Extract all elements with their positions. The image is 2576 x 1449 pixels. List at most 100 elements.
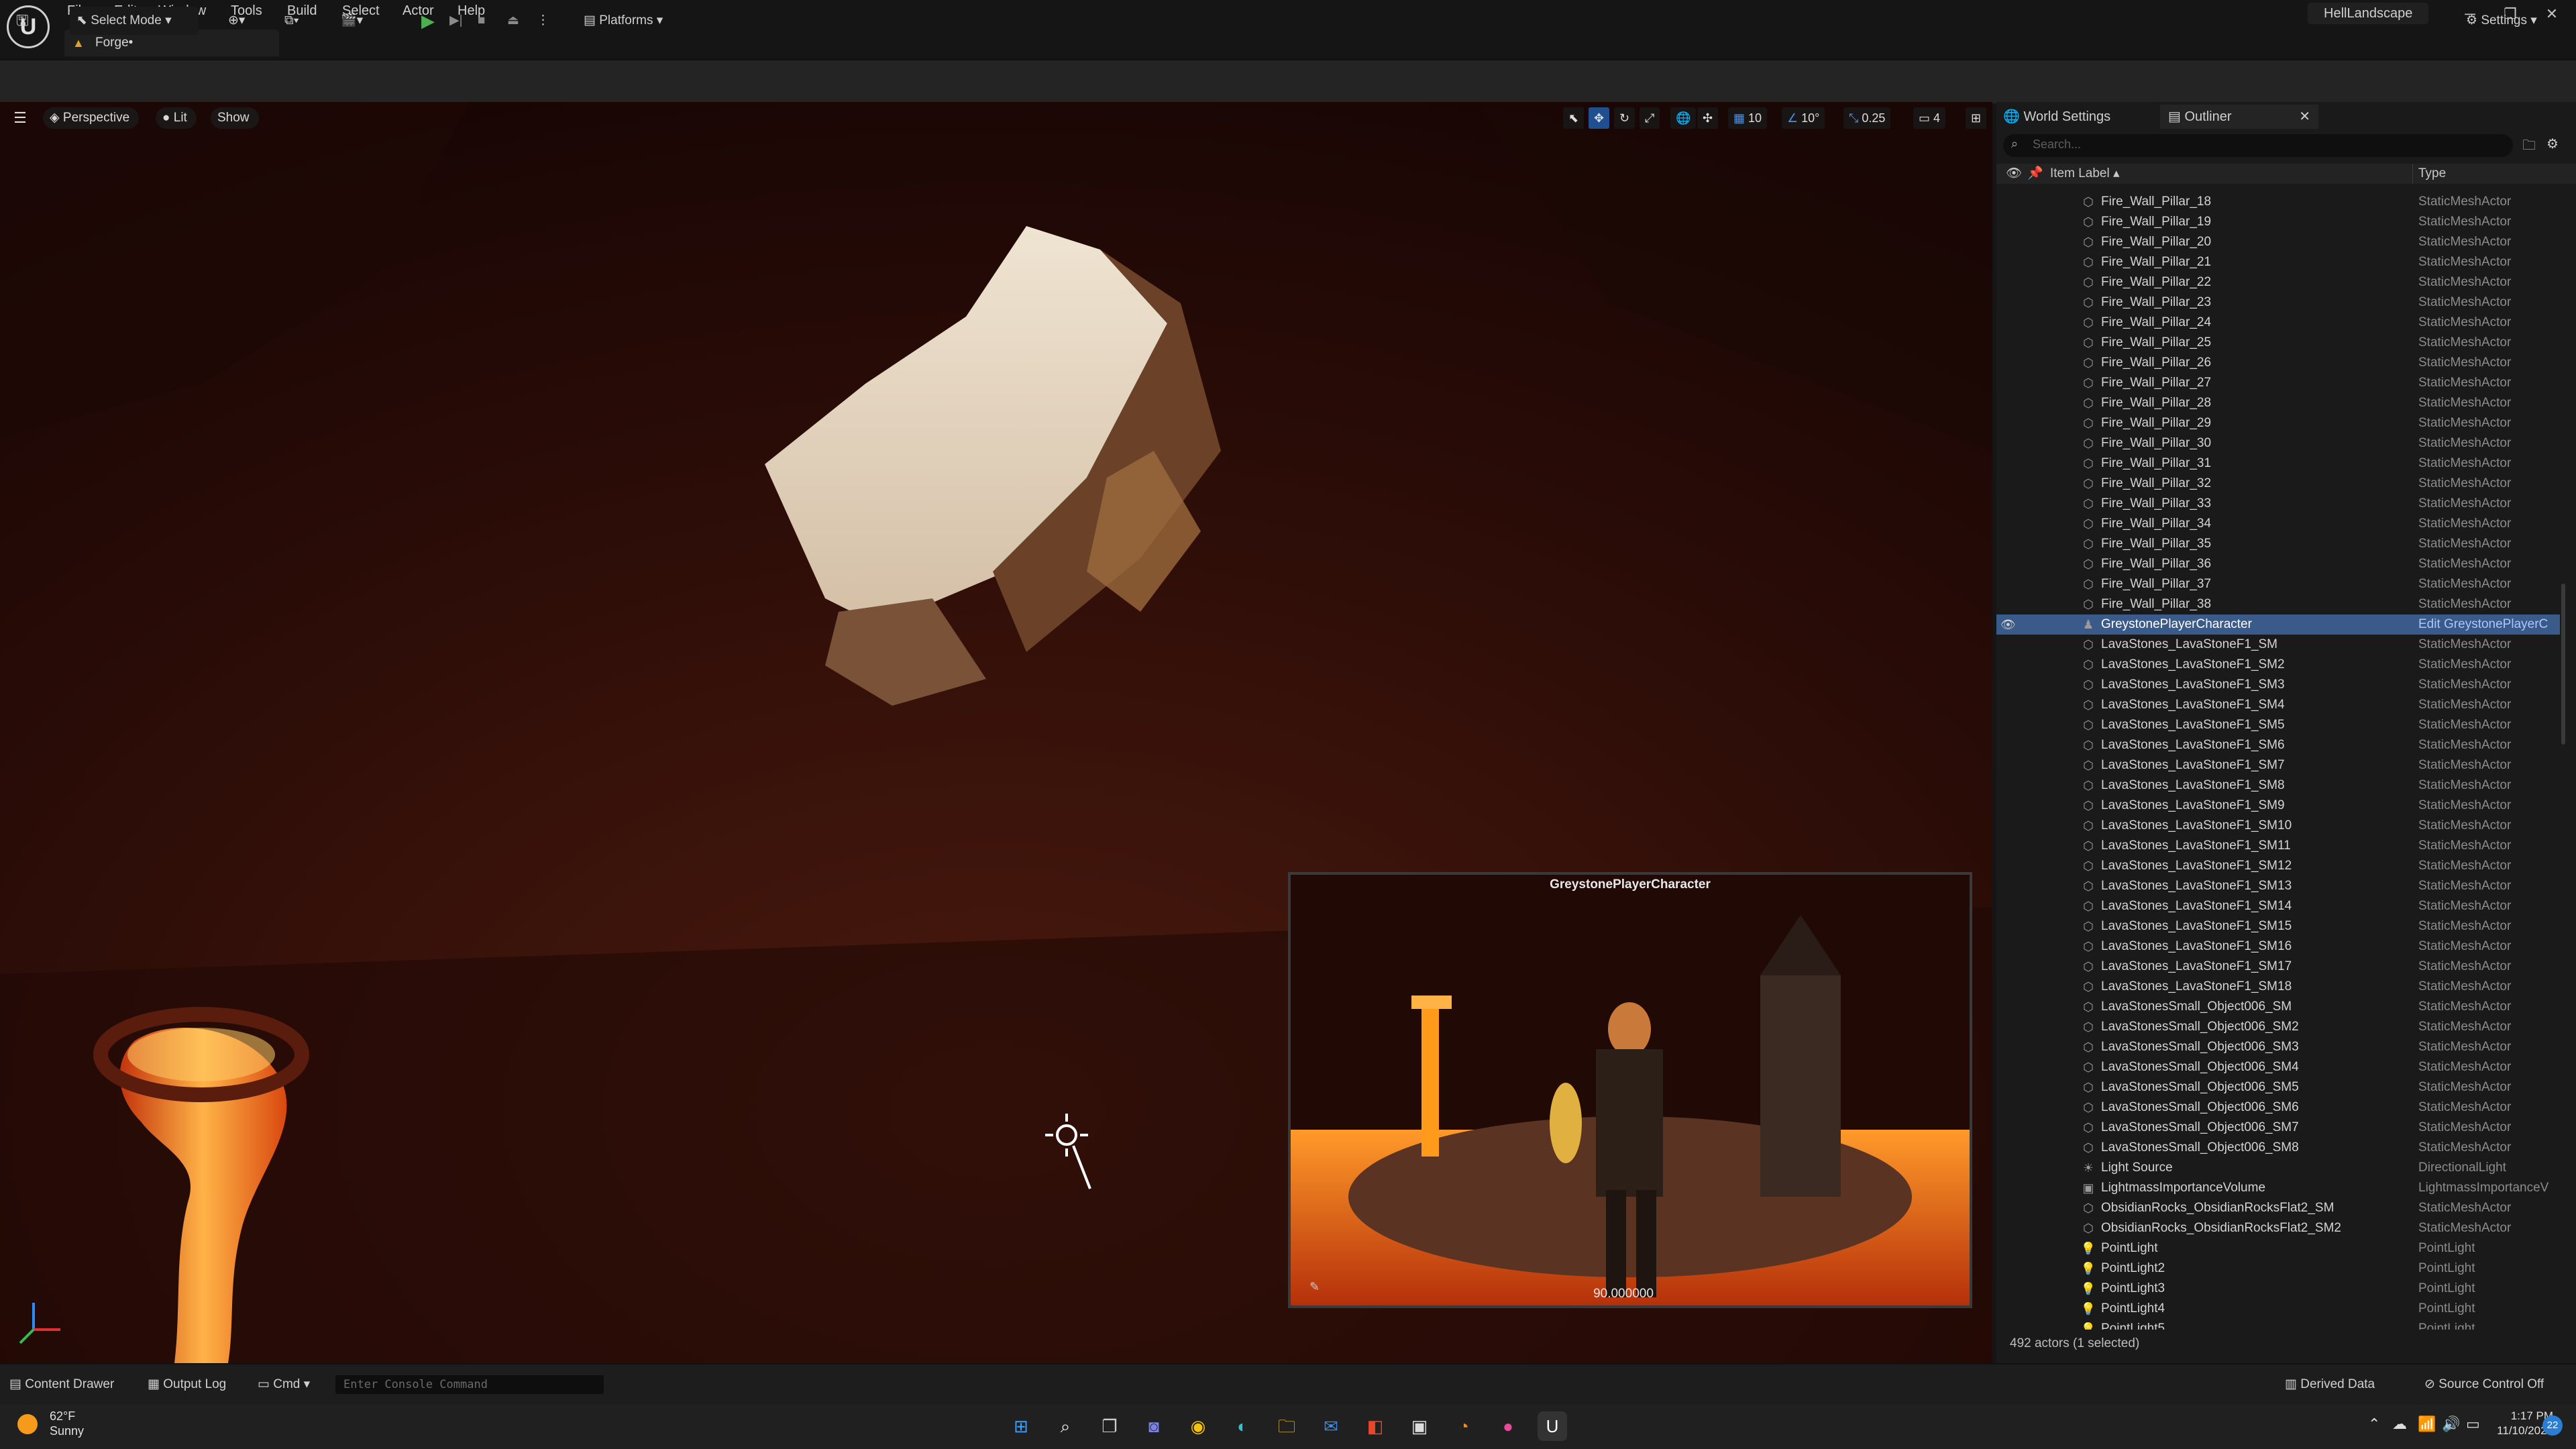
pin-preview-icon[interactable]: ✎ — [1309, 1280, 1320, 1294]
camera-speed-button[interactable]: ▭ 4 — [1913, 107, 1946, 129]
outliner-row[interactable]: ⬡ Fire_Wall_Pillar_28 StaticMeshActor — [1996, 393, 2560, 413]
outliner-row[interactable]: ⬡ Fire_Wall_Pillar_21 StaticMeshActor — [1996, 252, 2560, 272]
maximize-viewport-icon[interactable]: ⊞ — [1966, 107, 1987, 129]
close-tab-icon[interactable]: ✕ — [2299, 105, 2310, 129]
outliner-row[interactable]: ⬡ LavaStonesSmall_Object006_SM5 StaticMesh… — [1996, 1077, 2560, 1097]
outliner-row[interactable]: ⬡ LavaStonesSmall_Object006_SM6 StaticMesh… — [1996, 1097, 2560, 1118]
store-icon[interactable]: ▣ — [1405, 1411, 1434, 1441]
outliner-row[interactable]: ⬡ LavaStonesSmall_Object006_SM7 StaticMesh… — [1996, 1118, 2560, 1138]
surface-snap-icon[interactable]: ✣ — [1697, 107, 1719, 129]
outliner-row[interactable]: ⬡ LavaStones_LavaStoneF1_SM StaticMeshActo… — [1996, 635, 2560, 655]
outliner-search-input[interactable]: ⌕ Search... — [2003, 134, 2513, 157]
outliner-row[interactable]: ⬡ LavaStones_LavaStoneF1_SM4 StaticMeshAct… — [1996, 695, 2560, 715]
outliner-row[interactable]: ⬡ Fire_Wall_Pillar_20 StaticMeshActor — [1996, 232, 2560, 252]
outliner-row[interactable]: ⬡ LavaStonesSmall_Object006_SM2 StaticMesh… — [1996, 1017, 2560, 1037]
outliner-scrollbar[interactable] — [2561, 584, 2565, 745]
world-local-icon[interactable]: 🌐 — [1670, 107, 1697, 129]
more-options-icon[interactable]: ⋮ — [537, 7, 549, 35]
outliner-row[interactable]: ⬡ LavaStones_LavaStoneF1_SM15 StaticMeshAc… — [1996, 916, 2560, 936]
outliner-row[interactable]: ⬡ Fire_Wall_Pillar_23 StaticMeshActor — [1996, 292, 2560, 313]
grid-snap-button[interactable]: ▦ 10 — [1728, 107, 1768, 129]
blueprint-icon[interactable]: ⧉▾ — [284, 7, 299, 35]
add-actor-icon[interactable]: ⊕▾ — [228, 7, 245, 35]
outliner-row[interactable]: ⬡ LavaStones_LavaStoneF1_SM16 StaticMeshAc… — [1996, 936, 2560, 957]
unreal-editor-taskbar-icon[interactable]: U — [1538, 1411, 1567, 1441]
outliner-row[interactable]: ⬡ Fire_Wall_Pillar_38 StaticMeshActor — [1996, 594, 2560, 614]
outliner-row[interactable]: ⬡ Fire_Wall_Pillar_37 StaticMeshActor — [1996, 574, 2560, 594]
outliner-row[interactable]: ⬡ Fire_Wall_Pillar_32 StaticMeshActor — [1996, 474, 2560, 494]
console-command-input[interactable]: Enter Console Command — [335, 1375, 604, 1394]
outliner-row[interactable]: ⬡ LavaStonesSmall_Object006_SM4 StaticMesh… — [1996, 1057, 2560, 1077]
tab-world-settings[interactable]: 🌐 World Settings — [2003, 105, 2157, 129]
outliner-row[interactable]: ⬡ LavaStones_LavaStoneF1_SM11 StaticMeshAc… — [1996, 836, 2560, 856]
cmd-dropdown[interactable]: ▭ Cmd ▾ — [258, 1374, 310, 1395]
app-icon[interactable]: ● — [1493, 1411, 1523, 1441]
outliner-row-type[interactable]: Edit GreystonePlayerC — [2418, 614, 2559, 635]
scale-tool-icon[interactable]: ⤢ — [1640, 107, 1660, 129]
outliner-row[interactable]: 👁 ♟ GreystonePlayerCharacter Edit Greystone… — [1996, 614, 2560, 635]
outliner-row[interactable]: ⬡ Fire_Wall_Pillar_36 StaticMeshActor — [1996, 554, 2560, 574]
lit-button[interactable]: ● Lit — [156, 107, 197, 129]
search-icon[interactable]: ⌕ — [1051, 1411, 1080, 1441]
advance-frame-icon[interactable]: ▶| — [449, 7, 463, 35]
outliner-row[interactable]: ⬡ LavaStonesSmall_Object006_SM StaticMeshA… — [1996, 997, 2560, 1017]
outliner-row[interactable]: ⬡ Fire_Wall_Pillar_29 StaticMeshActor — [1996, 413, 2560, 433]
outliner-row[interactable]: 💡 PointLight4 PointLight — [1996, 1299, 2560, 1319]
outliner-row[interactable]: ⬡ LavaStones_LavaStoneF1_SM3 StaticMeshAct… — [1996, 675, 2560, 695]
outliner-row[interactable]: ⬡ LavaStones_LavaStoneF1_SM18 StaticMeshAc… — [1996, 977, 2560, 997]
outliner-row[interactable]: ⬡ Fire_Wall_Pillar_25 StaticMeshActor — [1996, 333, 2560, 353]
outliner-row[interactable]: ⬡ LavaStones_LavaStoneF1_SM17 StaticMeshAc… — [1996, 957, 2560, 977]
outliner-row[interactable]: ⬡ LavaStones_LavaStoneF1_SM10 StaticMeshAc… — [1996, 816, 2560, 836]
select-tool-icon[interactable]: ⬉ — [1563, 107, 1585, 129]
outliner-row[interactable]: ⬡ LavaStones_LavaStoneF1_SM12 StaticMeshAc… — [1996, 856, 2560, 876]
item-label-column[interactable]: Item Label ▴ — [2050, 164, 2120, 184]
outliner-row[interactable]: 💡 PointLight5 PointLight — [1996, 1319, 2560, 1330]
source-control-button[interactable]: ⊘ Source Control Off — [2424, 1374, 2544, 1395]
translate-tool-icon[interactable]: ✥ — [1589, 107, 1610, 129]
office-icon[interactable]: ◧ — [1360, 1411, 1390, 1441]
play-icon[interactable]: ▶ — [421, 7, 435, 35]
teams-chat-icon[interactable]: ◙ — [1139, 1411, 1169, 1441]
type-column[interactable]: Type — [2412, 164, 2446, 184]
outliner-row[interactable]: ⬡ ObsidianRocks_ObsidianRocksFlat2_SM Stat… — [1996, 1198, 2560, 1218]
outliner-row[interactable]: ⬡ LavaStones_LavaStoneF1_SM7 StaticMeshAct… — [1996, 755, 2560, 775]
outliner-settings-icon[interactable]: ⚙ — [2546, 136, 2559, 152]
outliner-row[interactable]: ⬡ LavaStones_LavaStoneF1_SM2 StaticMeshAct… — [1996, 655, 2560, 675]
volume-icon[interactable]: 🔊 — [2442, 1415, 2460, 1433]
outliner-row[interactable]: 💡 PointLight PointLight — [1996, 1238, 2560, 1258]
visibility-column-icon[interactable]: 👁 — [2006, 164, 2022, 184]
outliner-row[interactable]: 💡 PointLight3 PointLight — [1996, 1279, 2560, 1299]
eject-icon[interactable]: ⏏ — [507, 7, 519, 35]
outliner-row[interactable]: ⬡ Fire_Wall_Pillar_35 StaticMeshActor — [1996, 534, 2560, 554]
file-explorer-icon[interactable]: 🗀 — [1272, 1411, 1301, 1441]
settings-button[interactable]: ⚙ Settings ▾ — [2466, 7, 2537, 35]
task-view-icon[interactable]: ❐ — [1095, 1411, 1124, 1441]
outliner-row[interactable]: ⬡ Fire_Wall_Pillar_19 StaticMeshActor — [1996, 212, 2560, 232]
edge-icon[interactable]: ◐ — [1228, 1411, 1257, 1441]
outliner-row[interactable]: ⬡ ObsidianRocks_ObsidianRocksFlat2_SM2 Sta… — [1996, 1218, 2560, 1238]
outliner-row[interactable]: ⬡ Fire_Wall_Pillar_27 StaticMeshActor — [1996, 373, 2560, 393]
outliner-row[interactable]: ☀ Light Source DirectionalLight — [1996, 1158, 2560, 1178]
outliner-row[interactable]: ⬡ LavaStonesSmall_Object006_SM3 StaticMesh… — [1996, 1037, 2560, 1057]
outliner-row[interactable]: ⬡ LavaStones_LavaStoneF1_SM13 StaticMeshAc… — [1996, 876, 2560, 896]
visibility-eye-icon[interactable]: 👁 — [2000, 614, 2016, 635]
battery-icon[interactable]: ▭ — [2466, 1415, 2480, 1433]
blender-icon[interactable]: ◔ — [1449, 1411, 1479, 1441]
outliner-row[interactable]: ⬡ Fire_Wall_Pillar_22 StaticMeshActor — [1996, 272, 2560, 292]
outliner-row[interactable]: ⬡ LavaStones_LavaStoneF1_SM14 StaticMeshAc… — [1996, 896, 2560, 916]
outliner-row[interactable]: ⬡ LavaStones_LavaStoneF1_SM5 StaticMeshAct… — [1996, 715, 2560, 735]
tab-outliner[interactable]: ▤ Outliner ✕ — [2160, 105, 2318, 129]
mail-icon[interactable]: ✉ — [1316, 1411, 1346, 1441]
outliner-row[interactable]: ⬡ Fire_Wall_Pillar_31 StaticMeshActor — [1996, 453, 2560, 474]
derived-data-button[interactable]: ▥ Derived Data — [2285, 1374, 2375, 1395]
outliner-row[interactable]: ⬡ LavaStonesSmall_Object006_SM8 StaticMesh… — [1996, 1138, 2560, 1158]
show-button[interactable]: Show — [211, 107, 259, 129]
select-mode-dropdown[interactable]: ⬉ Select Mode ▾ — [70, 7, 199, 35]
outliner-row[interactable]: ⬡ Fire_Wall_Pillar_34 StaticMeshActor — [1996, 514, 2560, 534]
scale-snap-button[interactable]: ⤡ 0.25 — [1843, 107, 1891, 129]
pin-column-icon[interactable]: 📌 — [2027, 164, 2043, 184]
platforms-dropdown[interactable]: ▤ Platforms ▾ — [584, 7, 663, 35]
cinematics-icon[interactable]: 🎬▾ — [341, 7, 363, 35]
outliner-row[interactable]: ⬡ Fire_Wall_Pillar_18 StaticMeshActor — [1996, 192, 2560, 212]
windows-start-icon[interactable]: ⊞ — [1006, 1411, 1036, 1441]
